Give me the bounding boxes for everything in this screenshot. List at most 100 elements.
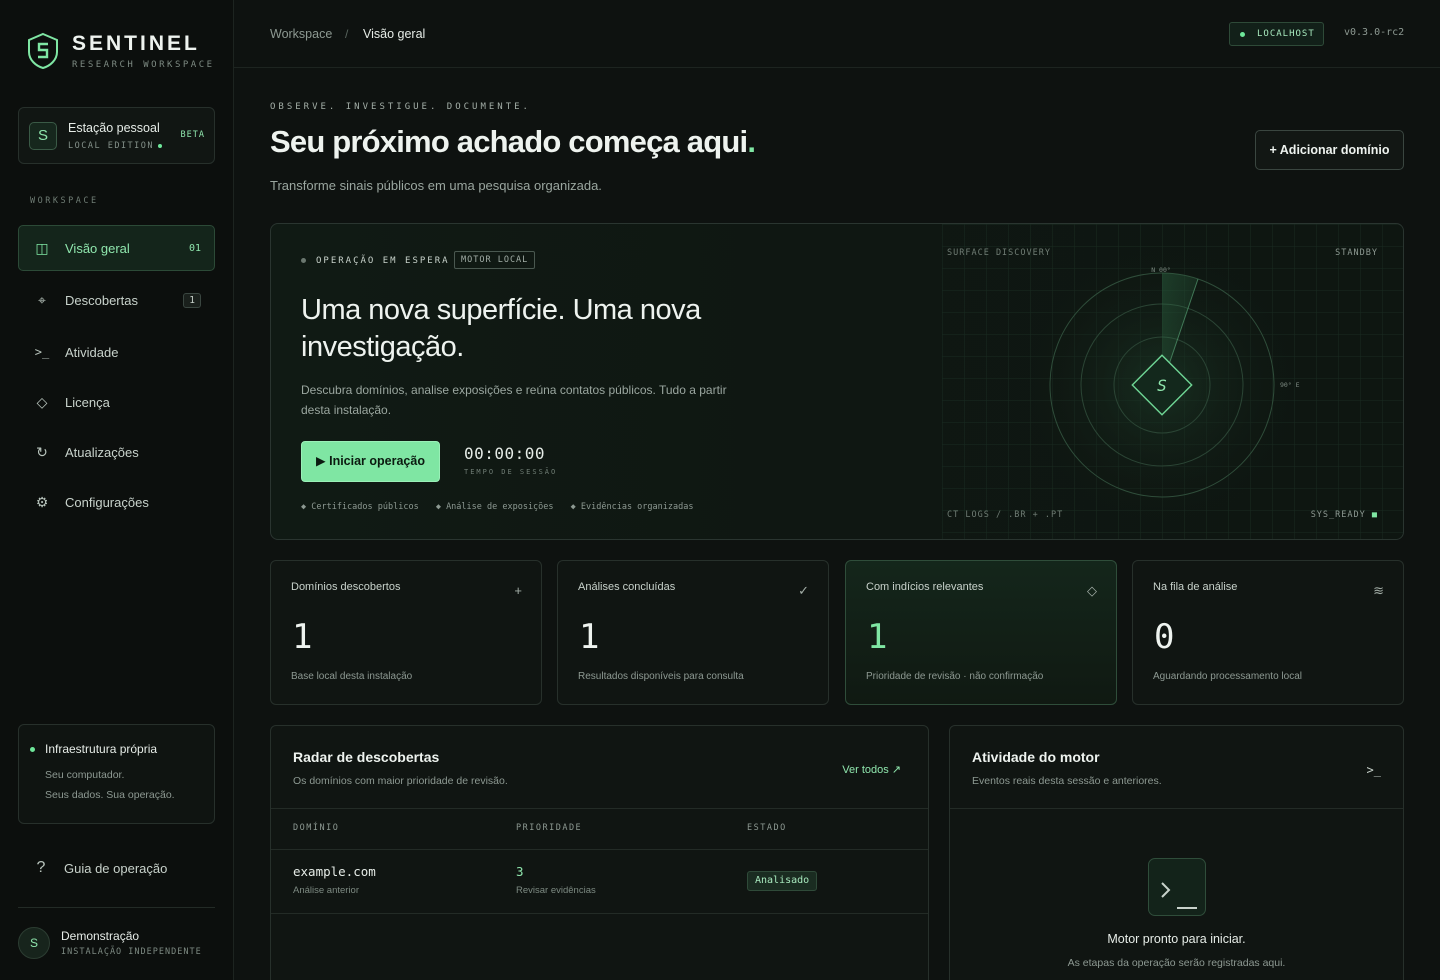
sidebar-item-updates[interactable]: ↻ Atualizações <box>18 429 215 475</box>
divider <box>271 808 928 809</box>
stat-title: Na fila de análise <box>1153 581 1238 593</box>
brand-name: SENTINEL <box>72 32 200 55</box>
crosshair-icon: ⌖ <box>38 291 46 308</box>
stat-footnote: Resultados disponíveis para consulta <box>578 671 744 682</box>
breadcrumb-current: Visão geral <box>363 27 426 41</box>
radar-label-sys-ready: SYS_READY ■ <box>1310 510 1378 520</box>
station-badge: S <box>29 122 57 150</box>
sidebar-item-label: Atualizações <box>65 444 139 460</box>
radar-label-standby: STANDBY <box>1335 248 1378 258</box>
engine-tag: MOTOR LOCAL <box>454 251 536 269</box>
panel-subtitle: Os domínios com maior prioridade de revi… <box>293 775 508 787</box>
online-dot <box>1240 32 1245 37</box>
engine-ready-message: Motor pronto para iniciar. <box>1107 932 1246 946</box>
user-name: Demonstração <box>61 929 140 943</box>
add-domain-button[interactable]: + Adicionar domínio <box>1255 130 1404 170</box>
stat-card-queue[interactable]: Na fila de análise ≋ 0 Aguardando proces… <box>1132 560 1404 705</box>
status-dot <box>301 258 306 263</box>
user-subtitle: INSTALAÇÃO INDEPENDENTE <box>61 947 202 957</box>
discoveries-panel: Radar de descobertas Os domínios com mai… <box>270 725 929 980</box>
brand-subtitle: RESEARCH WORKSPACE <box>72 60 215 70</box>
help-icon: ? <box>36 859 46 876</box>
workspace-section-label: WORKSPACE <box>30 196 99 206</box>
stat-card-relevant[interactable]: Com indícios relevantes ◇ 1 Prioridade d… <box>845 560 1117 705</box>
sidebar-item-activity[interactable]: >_ Atividade <box>18 329 215 375</box>
breadcrumb-workspace[interactable]: Workspace <box>270 27 332 41</box>
radar-east-label: 90° E <box>1280 381 1300 389</box>
sidebar-item-discoveries[interactable]: ⌖ Descobertas 1 <box>18 277 215 323</box>
sidebar: SENTINEL RESEARCH WORKSPACE S Estação pe… <box>0 0 234 980</box>
sidebar-item-overview[interactable]: ◫ Visão geral 01 <box>18 225 215 271</box>
row-domain[interactable]: example.com <box>293 864 376 879</box>
stat-title: Com indícios relevantes <box>866 581 984 593</box>
hero-features: ◆ Certificados públicos ◆ Análise de exp… <box>301 502 705 512</box>
avatar: S <box>18 927 50 959</box>
stat-card-discovered[interactable]: Domínios descobertos + 1 Base local dest… <box>270 560 542 705</box>
status-dot <box>30 747 35 752</box>
terminal-icon: >_ <box>34 345 50 359</box>
session-timer: 00:00:00 <box>464 444 546 463</box>
terminal-icon <box>1148 858 1206 916</box>
station-title: Estação pessoal <box>68 121 160 135</box>
row-priority-sub: Revisar evidências <box>516 885 596 896</box>
divider <box>950 808 1403 809</box>
radar-label-ct-logs: CT LOGS / .BR + .PT <box>947 510 1064 520</box>
divider <box>271 913 928 914</box>
hero-panel: OPERAÇÃO EM ESPERA MOTOR LOCAL Uma nova … <box>270 223 1404 540</box>
guide-label: Guia de operação <box>64 860 168 876</box>
column-header-domain[interactable]: DOMÍNIO <box>293 823 339 833</box>
radar-label-surface: SURFACE DISCOVERY <box>947 248 1051 258</box>
feature-item: ◆ Evidências organizadas <box>570 502 694 512</box>
terminal-icon[interactable]: >_ <box>1367 763 1381 777</box>
panel-title: Radar de descobertas <box>293 749 440 765</box>
check-icon: ✓ <box>798 583 809 598</box>
hero-title: Uma nova superfície. Uma nova investigaç… <box>301 294 701 363</box>
operation-guide-link[interactable]: ? Guia de operação <box>18 846 215 890</box>
shield-logo-icon <box>28 32 58 70</box>
column-header-state[interactable]: ESTADO <box>747 823 787 833</box>
stat-footnote: Base local desta instalação <box>291 671 413 682</box>
engine-ready-subtitle: As etapas da operação serão registradas … <box>1067 957 1286 969</box>
infrastructure-line: Seu computador. <box>45 769 125 781</box>
station-card[interactable]: S Estação pessoal LOCAL EDITION BETA <box>18 107 215 164</box>
radar-center-glyph: S <box>1157 376 1167 395</box>
beta-badge: BETA <box>180 130 205 140</box>
start-operation-button[interactable]: ▶ Iniciar operação <box>301 441 440 482</box>
refresh-icon: ↻ <box>36 443 48 460</box>
column-header-priority[interactable]: PRIORIDADE <box>516 823 582 833</box>
diamond-icon: ◇ <box>1087 583 1097 598</box>
sidebar-item-license[interactable]: ◇ Licença <box>18 379 215 425</box>
gear-icon: ⚙ <box>35 493 49 510</box>
stat-value: 1 <box>579 617 600 657</box>
sidebar-item-label: Atividade <box>65 344 119 360</box>
infrastructure-title: Infraestrutura própria <box>45 742 158 756</box>
session-timer-label: TEMPO DE SESSÃO <box>464 468 558 476</box>
sidebar-item-settings[interactable]: ⚙ Configurações <box>18 479 215 525</box>
waves-icon: ≋ <box>1373 583 1384 598</box>
page-eyebrow: OBSERVE. INVESTIGUE. DOCUMENTE. <box>270 102 531 112</box>
view-all-link[interactable]: Ver todos ↗ <box>842 763 901 776</box>
user-profile[interactable]: S Demonstração INSTALAÇÃO INDEPENDENTE <box>18 927 202 959</box>
page-subtitle: Transforme sinais públicos em uma pesqui… <box>270 178 602 193</box>
infrastructure-line: Seus dados. Sua operação. <box>45 789 175 801</box>
sidebar-item-label: Licença <box>65 394 110 410</box>
host-badge: LOCALHOST <box>1229 22 1324 46</box>
stat-value: 1 <box>292 617 313 657</box>
stat-footnote: Aguardando processamento local <box>1153 671 1302 682</box>
stat-title: Domínios descobertos <box>291 581 401 593</box>
engine-activity-panel: Atividade do motor Eventos reais desta s… <box>949 725 1404 980</box>
version-label: v0.3.0-rc2 <box>1344 27 1405 38</box>
brand[interactable]: SENTINEL RESEARCH WORKSPACE <box>26 32 215 70</box>
sidebar-item-label: Descobertas <box>65 292 138 308</box>
breadcrumb-separator: / <box>345 27 349 41</box>
stat-title: Análises concluídas <box>578 581 676 593</box>
stat-card-analyses[interactable]: Análises concluídas ✓ 1 Resultados dispo… <box>557 560 829 705</box>
sidebar-item-label: Visão geral <box>65 240 130 256</box>
stat-footnote: Prioridade de revisão · não confirmação <box>866 671 1044 682</box>
feature-item: ◆ Análise de exposições <box>435 502 554 512</box>
operation-status: OPERAÇÃO EM ESPERA <box>301 256 450 266</box>
grid-icon: ◫ <box>35 239 49 256</box>
radar-north-label: N 00° <box>1151 266 1171 274</box>
stat-value: 1 <box>867 617 888 657</box>
feature-item: ◆ Certificados públicos <box>301 502 419 512</box>
